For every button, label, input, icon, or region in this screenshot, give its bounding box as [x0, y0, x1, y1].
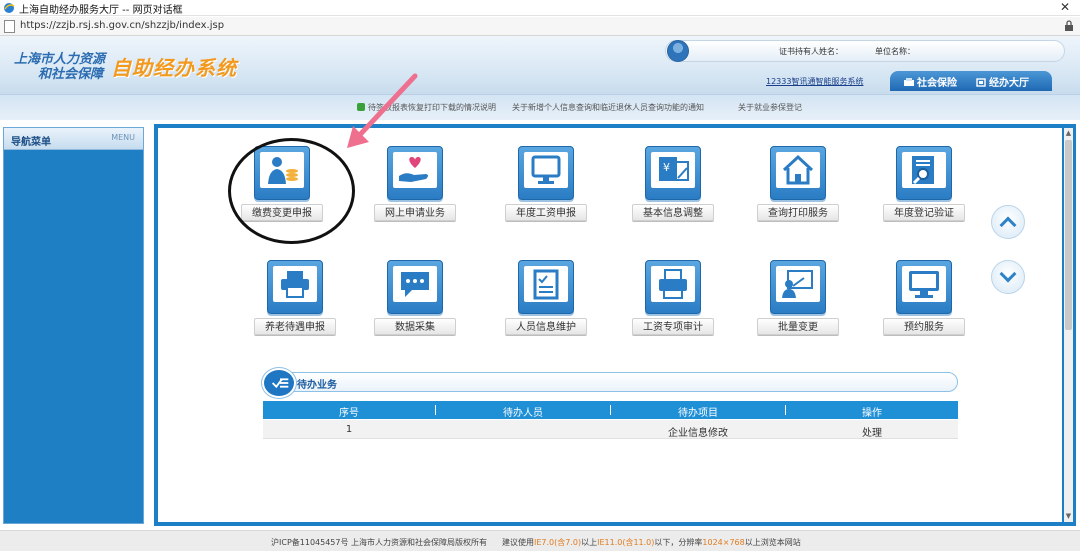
service-tile-label: 工资专项审计: [632, 318, 714, 335]
monitor-icon: [518, 146, 574, 200]
notice-item[interactable]: 关于新增个人信息查询和临近退休人员查询功能的通知: [512, 102, 704, 113]
column-header-person: 待办人员: [503, 408, 543, 419]
tab-service-hall[interactable]: 经办大厅: [976, 74, 1029, 89]
hall-icon: [976, 78, 986, 87]
smart-service-link[interactable]: 12333智讯通智能服务系统: [766, 76, 863, 87]
service-tile-basic-info[interactable]: ¥ 基本信息调整: [628, 146, 718, 224]
page-icon: [4, 20, 15, 33]
column-header-item: 待办项目: [678, 408, 718, 419]
nav-tabs: 社会保险 经办大厅: [890, 71, 1052, 91]
document-search-icon: [896, 146, 952, 200]
service-tile-label: 数据采集: [374, 318, 456, 335]
display-icon: [896, 260, 952, 314]
tab-social-insurance[interactable]: 社会保险: [904, 74, 957, 89]
icp-number: 沪ICP备11045457号: [271, 538, 349, 547]
advice-mid1: 以上: [581, 538, 598, 547]
shield-icon: [904, 78, 914, 86]
scroll-down-arrow-icon[interactable]: ▼: [1065, 513, 1072, 520]
presentation-icon: [770, 260, 826, 314]
notice-bar: 待签收报表恢复打印下载的情况说明 关于新增个人信息查询和临近退休人员查询功能的通…: [0, 94, 1080, 120]
browser-min: IE7.0(含7.0): [534, 538, 582, 547]
yen-document-icon: ¥: [645, 146, 701, 200]
scroll-thumb[interactable]: [1065, 140, 1072, 330]
url-text[interactable]: https://zzjb.rsj.sh.gov.cn/shzzjb/index.…: [20, 20, 224, 31]
tab-social-insurance-label: 社会保险: [917, 78, 957, 89]
page-down-button[interactable]: [991, 260, 1025, 294]
service-tile-wage-audit[interactable]: 工资专项审计: [628, 260, 718, 338]
service-tile-label: 基本信息调整: [632, 204, 714, 221]
notice-item[interactable]: 关于就业参保登记: [738, 102, 802, 113]
chevron-up-icon: [999, 216, 1017, 234]
fax-icon: [645, 260, 701, 314]
sidebar-header: 导航菜单 MENU: [4, 128, 143, 150]
resolution: 1024×768: [702, 538, 745, 547]
service-tile-label: 网上申请业务: [374, 204, 456, 221]
browser-advice: 建议使用IE7.0(含7.0)以上IE11.0(含11.0)以下，分辨率1024…: [502, 537, 801, 548]
service-tile-pension-claim[interactable]: 养老待遇申报: [250, 260, 340, 338]
chat-bubble-icon: [387, 260, 443, 314]
house-icon: [770, 146, 826, 200]
row-item: 企业信息修改: [668, 428, 728, 439]
list-icon: [262, 368, 296, 398]
chevron-down-icon: [999, 265, 1017, 283]
row-index: 1: [345, 424, 353, 435]
sidebar-title-en: MENU: [111, 133, 135, 142]
tab-service-hall-label: 经办大厅: [989, 78, 1029, 89]
service-tile-label: 年度工资申报: [505, 204, 587, 221]
browser-icon: [4, 3, 15, 13]
advice-suffix: 以上浏览本网站: [744, 538, 801, 547]
checklist-icon: [518, 260, 574, 314]
printer-icon: [267, 260, 323, 314]
column-header-action: 操作: [862, 408, 882, 419]
user-info-bar: [665, 40, 1065, 62]
scroll-up-arrow-icon[interactable]: ▲: [1065, 130, 1072, 137]
sidebar-title: 导航菜单: [11, 137, 51, 148]
service-tile-annual-registration[interactable]: 年度登记验证: [879, 146, 969, 224]
pending-tasks-header: [263, 372, 958, 392]
service-tile-label: 人员信息维护: [505, 318, 587, 335]
user-avatar-icon: [667, 40, 689, 62]
service-tile-label: 预约服务: [883, 318, 965, 335]
advice-mid2: 以下，分辨率: [654, 538, 703, 547]
table-row: 1 企业信息修改 处理: [263, 420, 958, 439]
service-tile-data-collection[interactable]: 数据采集: [370, 260, 460, 338]
pending-tasks-title: 待办业务: [297, 380, 337, 391]
annotation-arrow-icon: [347, 73, 418, 148]
browser-max: IE11.0(含11.0): [597, 538, 655, 547]
page-up-button[interactable]: [991, 205, 1025, 239]
close-icon[interactable]: ✕: [1060, 0, 1070, 14]
service-tile-personnel-info[interactable]: 人员信息维护: [501, 260, 591, 338]
window-titlebar: 上海自助经办服务大厅 -- 网页对话框 ✕: [0, 0, 1080, 16]
pending-table-header: 序号 待办人员 待办项目 操作: [263, 401, 958, 419]
site-header: 上海市人力资源 和社会保障 自助经办系统 证书持有人姓名： 单位名称： 1233…: [0, 36, 1080, 94]
holder-name-label: 证书持有人姓名：: [779, 47, 843, 56]
copyright-text: 上海市人力资源和社会保障局版权所有: [351, 538, 487, 547]
service-tile-query-print[interactable]: 查询打印服务: [753, 146, 843, 224]
service-tile-annual-wage[interactable]: 年度工资申报: [501, 146, 591, 224]
page-footer: 沪ICP备11045457号 上海市人力资源和社会保障局版权所有 建议使用IE7…: [0, 530, 1080, 551]
lock-icon: [1065, 20, 1073, 31]
service-tile-label: 批量变更: [757, 318, 839, 335]
service-tile-label: 年度登记验证: [883, 204, 965, 221]
logo-line2: 和社会保障: [38, 67, 104, 82]
svg-text:¥: ¥: [663, 161, 670, 174]
vertical-scrollbar[interactable]: ▲ ▼: [1064, 128, 1073, 522]
sidebar: 导航菜单 MENU: [3, 127, 144, 524]
service-tile-batch-change[interactable]: 批量变更: [753, 260, 843, 338]
advice-prefix: 建议使用: [502, 538, 534, 547]
service-tile-appointment[interactable]: 预约服务: [879, 260, 969, 338]
service-tile-label: 查询打印服务: [757, 204, 839, 221]
service-tile-label: 养老待遇申报: [254, 318, 336, 335]
column-header-index: 序号: [339, 408, 359, 419]
window-title: 上海自助经办服务大厅 -- 网页对话框: [19, 5, 183, 16]
address-bar: https://zzjb.rsj.sh.gov.cn/shzzjb/index.…: [0, 17, 1080, 36]
unit-name-label: 单位名称：: [875, 47, 915, 56]
row-action-link[interactable]: 处理: [786, 424, 958, 439]
system-name: 自助经办系统: [111, 56, 237, 80]
